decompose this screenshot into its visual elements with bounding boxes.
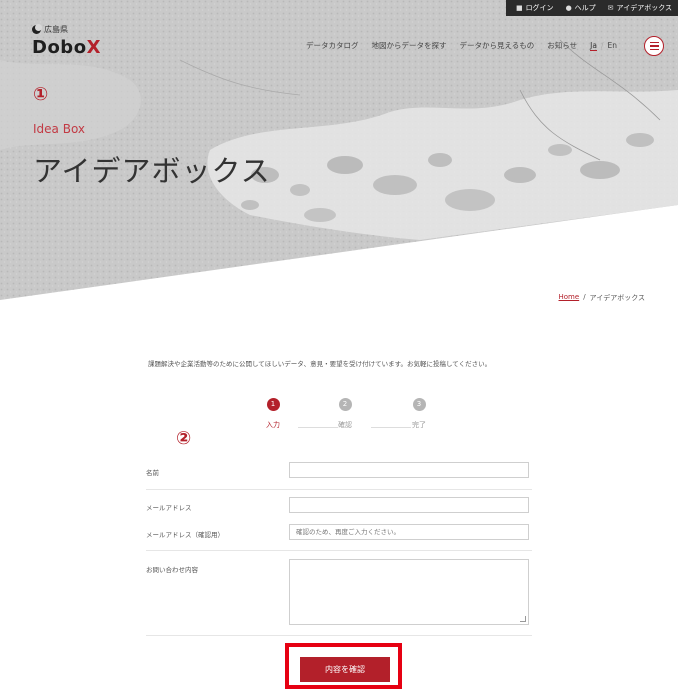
step-label: 完了: [412, 421, 426, 429]
prefecture-name: 広島県: [44, 25, 68, 34]
nav-data-insights[interactable]: データから見えるもの: [460, 40, 535, 51]
top-utility-bar: ■ ログイン ● ヘルプ ✉ アイデアボックス: [505, 0, 678, 16]
resize-handle-icon[interactable]: [520, 616, 526, 622]
progress-steps: 1 入力 2 確認 3 完了: [258, 398, 428, 438]
step-label: 確認: [338, 421, 352, 429]
menu-line-icon: [649, 42, 659, 44]
breadcrumb-current: アイデアボックス: [589, 294, 645, 302]
step-number: 2: [338, 398, 352, 411]
help-icon: ●: [565, 4, 572, 12]
nav-data-catalog[interactable]: データカタログ: [306, 40, 359, 51]
step-label: 入力: [266, 421, 280, 429]
breadcrumb-home[interactable]: Home: [559, 293, 580, 303]
inquiry-textarea[interactable]: [289, 559, 529, 625]
prefecture-emblem-icon: [32, 24, 42, 34]
hamburger-menu-button[interactable]: [644, 36, 664, 56]
annotation-highlight-box: [285, 643, 402, 689]
login-label: ログイン: [525, 4, 554, 12]
step-input: 1 入力: [258, 398, 288, 430]
form-divider: [146, 635, 532, 636]
hero-subtitle: Idea Box: [33, 122, 86, 136]
nav-map-search[interactable]: 地図からデータを探す: [372, 40, 447, 51]
inquiry-label: お問い合わせ内容: [146, 566, 198, 574]
mail-icon: ✉: [607, 4, 614, 12]
email-label: メールアドレス: [146, 504, 192, 512]
name-input[interactable]: [289, 462, 529, 478]
page-title: アイデアボックス: [33, 154, 271, 188]
form-divider: [146, 550, 532, 551]
language-switcher: Ja / En: [590, 41, 617, 51]
email-input[interactable]: [289, 497, 529, 513]
dobox-wordmark: DoboX: [32, 37, 101, 58]
nav-news[interactable]: お知らせ: [547, 40, 577, 51]
form-divider: [146, 489, 532, 490]
breadcrumb-separator: /: [583, 293, 586, 301]
login-link[interactable]: ■ ログイン: [516, 3, 554, 13]
annotation-marker-1: ①: [33, 84, 49, 105]
name-label: 名前: [146, 469, 159, 477]
ideabox-link[interactable]: ✉ アイデアボックス: [608, 3, 672, 13]
step-complete: 3 完了: [404, 398, 434, 430]
step-confirm: 2 確認: [330, 398, 360, 430]
help-link[interactable]: ● ヘルプ: [566, 3, 596, 13]
intro-text: 課題解決や企業活動等のために公開してほしいデータ、意見・要望を受け付けています。…: [148, 360, 492, 368]
ideabox-label: アイデアボックス: [616, 4, 672, 12]
step-number: 1: [266, 398, 280, 411]
prefecture-logo: 広島県: [32, 24, 101, 35]
user-icon: ■: [515, 4, 523, 12]
email-confirm-label: メールアドレス（確認用）: [146, 531, 224, 539]
help-label: ヘルプ: [574, 4, 596, 12]
lang-separator: /: [600, 41, 604, 50]
lang-ja[interactable]: Ja: [590, 41, 597, 51]
breadcrumb: Home / アイデアボックス: [559, 293, 645, 303]
email-confirm-input[interactable]: [289, 524, 529, 540]
menu-line-icon: [649, 48, 659, 50]
step-number: 3: [412, 398, 426, 411]
wordmark-accent: X: [86, 37, 101, 58]
annotation-marker-2: ②: [176, 428, 192, 449]
wordmark-main: Dobo: [32, 37, 87, 58]
menu-line-icon: [649, 45, 659, 47]
main-nav: データカタログ 地図からデータを探す データから見えるもの お知らせ Ja / …: [306, 40, 617, 51]
lang-en[interactable]: En: [607, 41, 617, 50]
site-logo[interactable]: 広島県 DoboX: [32, 24, 101, 58]
hero-section: ■ ログイン ● ヘルプ ✉ アイデアボックス 広島県 DoboX データカタロ…: [0, 0, 678, 300]
